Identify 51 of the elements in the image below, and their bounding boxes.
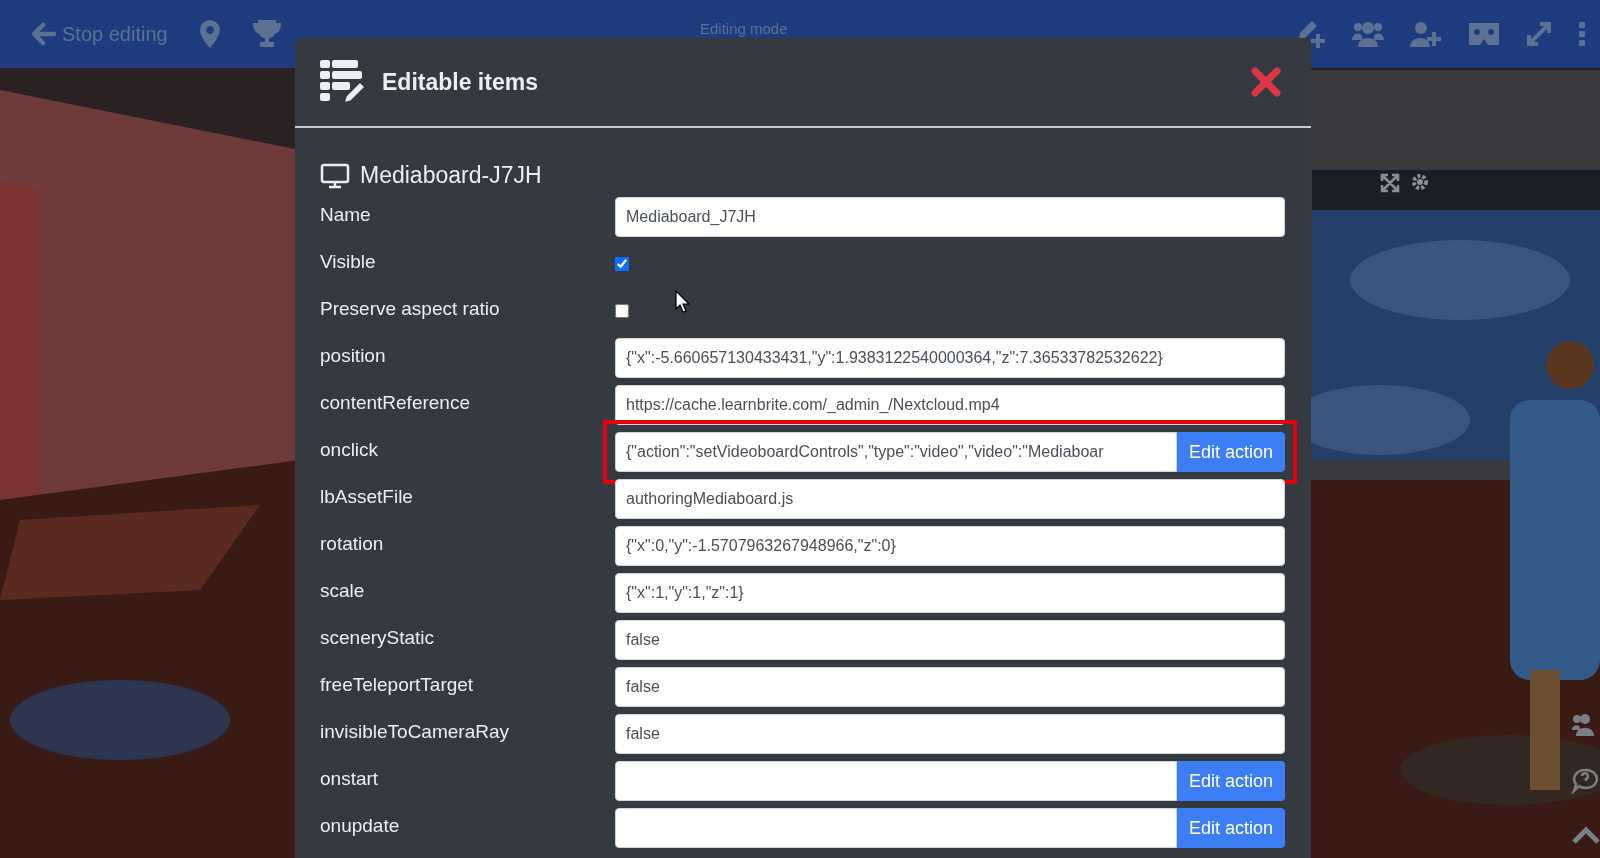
settings-icon[interactable] (1410, 172, 1430, 192)
field-label: scale (320, 579, 366, 602)
more-icon[interactable] (1578, 21, 1586, 47)
action-field[interactable] (615, 761, 1177, 801)
checkbox[interactable] (615, 304, 629, 318)
monitor-icon (320, 162, 350, 189)
text-field[interactable]: {"x":0,"y":-1.5707963267948966,"z":0} (615, 526, 1285, 566)
mode-title: Editing mode (700, 20, 788, 37)
expand-icon[interactable] (1526, 21, 1552, 47)
text-field[interactable]: false (615, 667, 1285, 707)
dialog-title: Editable items (382, 68, 539, 96)
mouse-pointer-icon (675, 290, 691, 314)
text-field[interactable]: authoringMediaboard.js (615, 479, 1285, 519)
field-label: Visible (320, 250, 377, 273)
text-field[interactable]: false (615, 620, 1285, 660)
fullscreen-icon[interactable] (1380, 173, 1400, 193)
field-label: freeTeleportTarget (320, 673, 475, 696)
action-field[interactable] (615, 808, 1177, 848)
field-label: Preserve aspect ratio (320, 297, 501, 320)
field-label: invisibleToCameraRay (320, 720, 511, 743)
field-label: position (320, 344, 387, 367)
close-button[interactable] (1251, 67, 1281, 97)
list-edit-icon (320, 60, 366, 104)
pencil-plus-icon[interactable] (1296, 19, 1326, 49)
edit-action-button[interactable]: Edit action (1176, 808, 1285, 848)
field-label: rotation (320, 532, 385, 555)
text-field[interactable]: https://cache.learnbrite.com/_admin_/Nextcloud.mp4 (615, 385, 1285, 425)
field-label: onupdate (320, 814, 401, 837)
edit-action-button[interactable]: Edit action (1176, 761, 1285, 801)
item-title: Mediaboard-J7JH (360, 162, 542, 189)
people-icon[interactable] (1352, 20, 1384, 48)
edit-action-button[interactable]: Edit action (1176, 432, 1285, 472)
checkbox[interactable] (615, 257, 629, 271)
text-field[interactable]: Mediaboard_J7JH (615, 197, 1285, 237)
field-label: onclick (320, 438, 380, 461)
text-field[interactable]: {"x":1,"y":1,"z":1} (615, 573, 1285, 613)
field-label: onstart (320, 767, 380, 790)
field-label: contentReference (320, 391, 471, 414)
action-field[interactable]: {"action":"setVideoboardControls","type":"video","video":"Mediaboar (615, 432, 1177, 472)
map-pin-icon[interactable] (199, 20, 220, 48)
field-label: Name (320, 203, 372, 226)
help-bubble-icon[interactable] (1572, 768, 1598, 794)
field-label: lbAssetFile (320, 485, 414, 508)
field-label: sceneryStatic (320, 626, 436, 649)
add-user-icon[interactable] (1410, 20, 1442, 48)
text-field[interactable]: {"x":-5.660657130433431,"y":1.9383122540000364,"z":7.36533782532622} (615, 338, 1285, 378)
vr-headset-icon[interactable] (1468, 21, 1500, 47)
text-field[interactable]: false (615, 714, 1285, 754)
trophy-icon[interactable] (251, 20, 282, 48)
chevron-up-icon[interactable] (1572, 826, 1600, 844)
arrow-left-icon (32, 22, 56, 46)
